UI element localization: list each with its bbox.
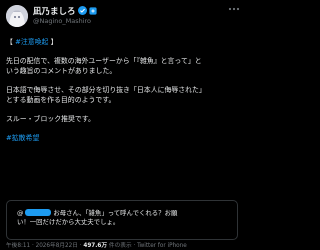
- post-line: 先日の配信で、複数の海外ユーザーから「『雑魚』と言って」と: [6, 57, 202, 65]
- verified-badge-icon: [77, 6, 87, 15]
- author-display-name[interactable]: 凪乃ましろ: [33, 5, 76, 17]
- quoted-post-text: @ お母さん、「雑魚」って呼んでくれる？お願 い！一回だけだから大丈夫でしょ。: [17, 209, 213, 234]
- quoted-post-card[interactable]: @ お母さん、「雑魚」って呼んでくれる？お願 い！一回だけだから大丈夫でしょ。: [6, 200, 238, 240]
- post-metadata: 午後8:11 · 2026年8月22日 · 497.6万 件の表示 · Twit…: [6, 240, 187, 249]
- avatar[interactable]: [6, 5, 28, 27]
- hashtag-link-alert[interactable]: #注意喚起: [15, 38, 48, 46]
- redacted-username: [25, 209, 52, 216]
- post-timestamp[interactable]: 午後8:11 · 2026年8月22日 ·: [6, 243, 83, 249]
- hashtag-link-spread[interactable]: #拡散希望: [6, 134, 39, 142]
- views-label: 件の表示: [107, 243, 132, 249]
- post-body: 【 #注意喚起 】 先日の配信で、複数の海外ユーザーから「『雑魚』と言って」と …: [6, 37, 242, 143]
- post-header: 凪乃ましろ @Nagino_Mashiro: [0, 0, 246, 34]
- views-count: 497.6万: [83, 243, 108, 249]
- more-options-icon[interactable]: [228, 6, 240, 12]
- post-line: とする動画を作る目的のようです。: [6, 96, 116, 104]
- post-line: いう趣旨のコメントがありました。: [6, 67, 117, 75]
- quoted-line: @ お母さん、「雑魚」って呼んでくれる？お願: [17, 209, 213, 218]
- post-client: · Twitter for iPhone: [131, 243, 187, 249]
- quoted-at-sign: @: [17, 209, 24, 217]
- post-title-line: 【 #注意喚起 】: [6, 38, 58, 46]
- author-name-row: 凪乃ましろ: [33, 5, 97, 17]
- quoted-text-line: い！一回だけだから大丈夫でしょ。: [17, 218, 120, 226]
- post-line: スルー・ブロック推奨です。: [6, 115, 95, 123]
- post-line: 日本語で侮辱させ、その部分を切り抜き「日本人に侮辱された」: [6, 86, 206, 94]
- follow-status-icon: [88, 6, 97, 15]
- quoted-text-line: お母さん、「雑魚」って呼んでくれる？お願: [53, 209, 178, 217]
- post-hashtag-line: #拡散希望: [6, 133, 242, 143]
- author-handle[interactable]: @Nagino_Mashiro: [33, 17, 91, 25]
